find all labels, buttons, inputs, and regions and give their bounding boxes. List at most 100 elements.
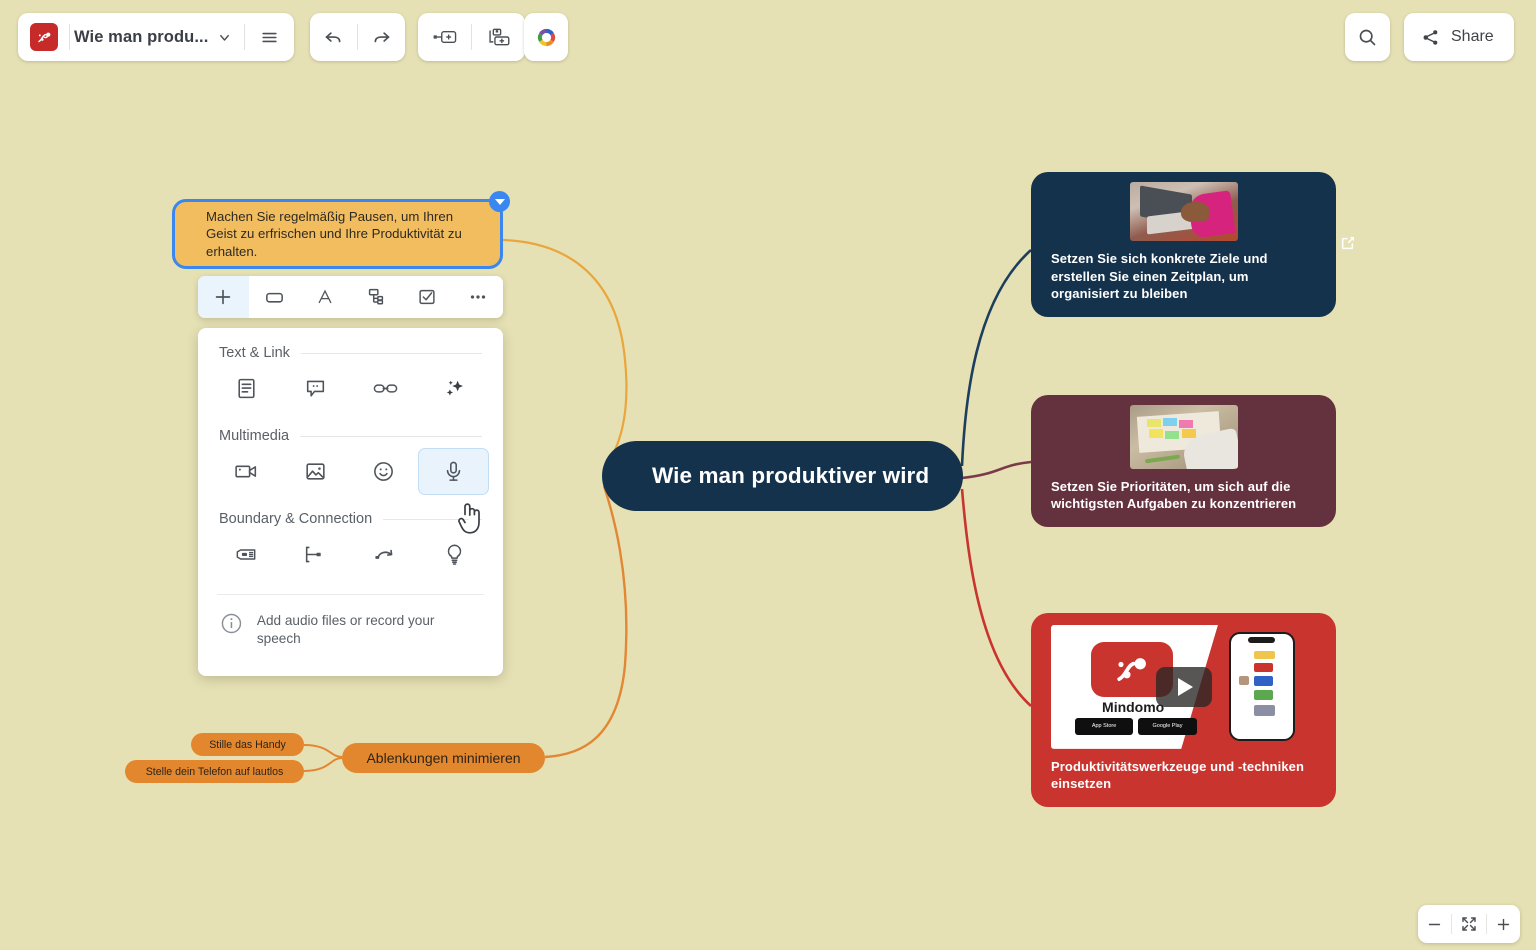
store-badge-label: Google Play	[1152, 722, 1183, 729]
external-link-icon[interactable]	[1340, 235, 1356, 251]
card-node-priorities[interactable]: Setzen Sie Prioritäten, um sich auf die …	[1031, 395, 1336, 527]
add-topic-group	[418, 13, 525, 61]
ctx-more-button[interactable]	[452, 276, 503, 318]
lightbulb-icon	[447, 544, 462, 565]
divider	[300, 352, 482, 354]
insert-ai-button[interactable]	[420, 365, 489, 412]
top-toolbar: Wie man produ... Share	[0, 0, 1536, 74]
woman-typing-on-laptop-photo	[1129, 182, 1238, 242]
insert-summary-button[interactable]	[212, 531, 281, 578]
insert-audio-button[interactable]	[418, 448, 489, 495]
color-theme-wheel-icon	[537, 28, 555, 46]
card-node-goals[interactable]: Setzen Sie sich konkrete Ziele und erste…	[1031, 172, 1336, 317]
zoom-in-button[interactable]	[1487, 905, 1520, 943]
image-picture-icon	[306, 463, 325, 480]
card-label: Setzen Sie sich konkrete Ziele und erste…	[1051, 251, 1268, 302]
share-label: Share	[1451, 28, 1494, 45]
insert-note-button[interactable]	[212, 365, 281, 412]
insert-relationship-button[interactable]	[351, 531, 420, 578]
theme-picker-button[interactable]	[524, 13, 568, 61]
connector-subbranch-1	[303, 744, 343, 758]
connector-priorities	[961, 460, 1032, 480]
microphone-icon	[446, 461, 461, 481]
section-header-text-link: Text & Link	[198, 345, 503, 361]
selected-note-label: Machen Sie regelmäßig Pausen, um Ihren G…	[206, 208, 462, 259]
phone-mockup	[1228, 632, 1295, 742]
insert-video-button[interactable]	[212, 448, 281, 495]
card-label: Setzen Sie Prioritäten, um sich auf die …	[1051, 478, 1297, 512]
search-icon	[1359, 29, 1376, 45]
section-title: Multimedia	[219, 428, 290, 444]
share-button[interactable]: Share	[1404, 13, 1514, 61]
history-group	[310, 13, 405, 61]
chevron-down-icon[interactable]	[208, 13, 244, 61]
connector-tools	[960, 488, 1032, 707]
ctx-insert-button[interactable]	[198, 276, 249, 318]
share-icon	[1423, 29, 1438, 45]
insert-idea-button[interactable]	[420, 531, 489, 578]
sparkles-ai-icon	[446, 380, 463, 396]
node-context-toolbar	[198, 276, 503, 318]
relationship-arrow-icon	[375, 549, 392, 559]
branch-label: Stille das Handy	[209, 738, 286, 751]
card-label: Produktivitätswerkzeuge und -techniken e…	[1051, 758, 1305, 792]
search-button[interactable]	[1345, 13, 1390, 61]
ctx-task-button[interactable]	[401, 276, 452, 318]
insert-image-button[interactable]	[281, 448, 350, 495]
checkbox-icon	[419, 289, 435, 305]
store-badges: App Store Google Play	[1074, 717, 1197, 735]
video-camera-icon	[235, 465, 256, 478]
topic-layout-icon	[368, 288, 384, 305]
plus-icon	[1497, 918, 1509, 930]
zoom-controls	[1418, 905, 1520, 943]
add-subtopic-icon[interactable]	[472, 13, 525, 61]
connector-note	[502, 238, 628, 471]
zoom-out-button[interactable]	[1418, 905, 1451, 943]
panel-hint-text: Add audio files or record your speech	[256, 613, 435, 647]
branch-node-distractions[interactable]: Ablenkungen minimieren	[342, 743, 545, 773]
card-node-tools[interactable]: Mindomo App Store Google Play Produktivi…	[1031, 613, 1336, 807]
link-chain-icon	[373, 384, 397, 393]
section-icons-multimedia	[198, 448, 503, 495]
mindomo-logo-icon[interactable]	[30, 23, 58, 51]
ctx-shape-button[interactable]	[249, 276, 300, 318]
undo-icon[interactable]	[310, 13, 357, 61]
section-header-boundary-connection: Boundary & Connection	[198, 511, 503, 527]
section-title: Text & Link	[219, 345, 290, 361]
section-icons-boundary-connection	[198, 531, 503, 578]
insert-emoji-button[interactable]	[350, 448, 419, 495]
central-topic-node[interactable]: Wie man produktiver wird	[602, 441, 963, 511]
plus-icon	[216, 289, 231, 305]
ctx-layout-button[interactable]	[350, 276, 401, 318]
insert-hyperlink-button[interactable]	[351, 365, 420, 412]
selected-note-node[interactable]: Machen Sie regelmäßig Pausen, um Ihren G…	[172, 191, 510, 269]
divider	[300, 435, 482, 437]
document-title[interactable]: Wie man produ...	[70, 28, 208, 47]
ellipsis-icon	[470, 295, 485, 299]
store-badge-label: App Store	[1091, 722, 1117, 729]
planner-with-sticky-notes-photo	[1129, 405, 1238, 469]
connector-goals	[960, 249, 1032, 467]
redo-icon[interactable]	[358, 13, 405, 61]
play-button-icon[interactable]	[1155, 666, 1212, 707]
summary-bracket-icon	[236, 549, 256, 560]
ctx-text-format-button[interactable]	[300, 276, 351, 318]
branch-node-silence-phone[interactable]: Stille das Handy	[191, 733, 304, 756]
section-title: Boundary & Connection	[219, 511, 373, 527]
insert-boundary-button[interactable]	[281, 531, 350, 578]
mindomo-app-video-thumbnail[interactable]: Mindomo App Store Google Play	[1051, 625, 1316, 749]
insert-comment-button[interactable]	[281, 365, 350, 412]
central-topic-label: Wie man produktiver wird	[652, 462, 930, 488]
connector-subbranch-2	[303, 757, 343, 772]
add-topic-icon[interactable]	[418, 13, 471, 61]
hamburger-menu-icon[interactable]	[245, 13, 294, 61]
section-icons-text-link	[198, 365, 503, 412]
minus-icon	[1428, 923, 1441, 925]
file-title-group: Wie man produ...	[18, 13, 295, 61]
collapse-triangle-icon[interactable]	[489, 191, 510, 212]
comment-bubble-icon	[307, 380, 325, 397]
letter-a-icon	[318, 289, 332, 304]
fit-to-screen-button[interactable]	[1452, 905, 1485, 943]
branch-node-phone-silent[interactable]: Stelle dein Telefon auf lautlos	[125, 760, 304, 783]
connector-branch	[544, 485, 628, 759]
